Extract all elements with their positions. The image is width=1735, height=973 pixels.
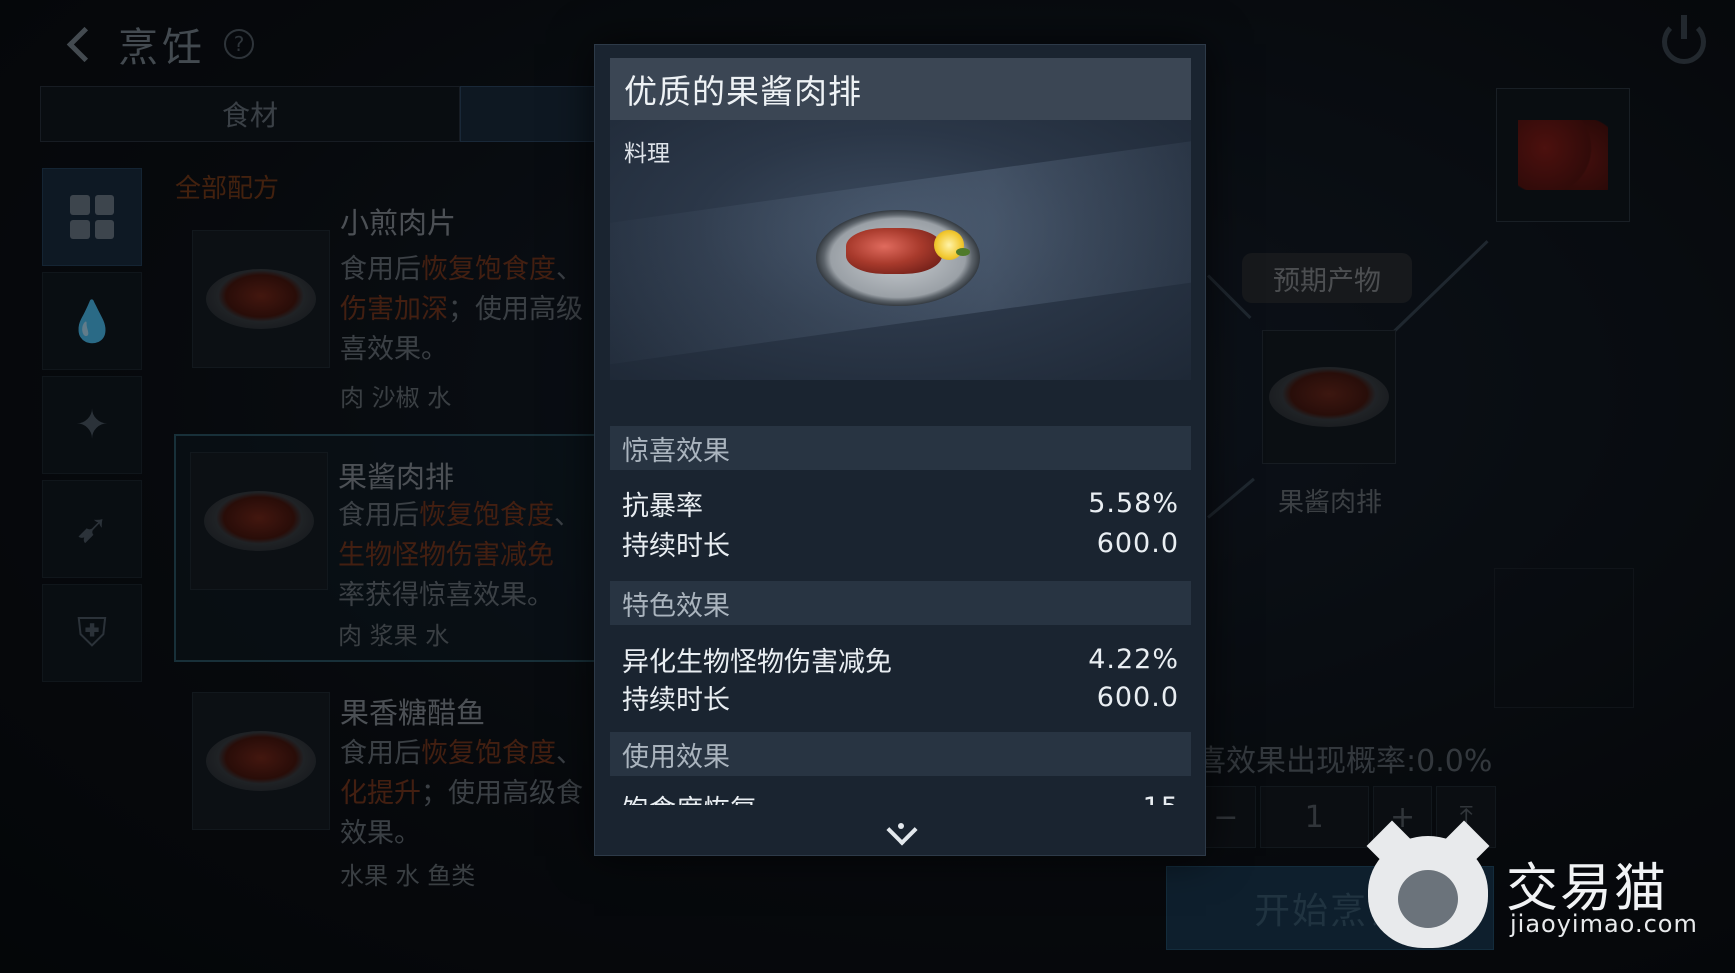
tab-ingredients[interactable]: 食材 — [40, 86, 460, 142]
stat-value: 5.58% — [1088, 487, 1179, 519]
result-name: 果酱肉排 — [1277, 488, 1382, 518]
category-creature-button[interactable]: ✦ — [42, 376, 142, 474]
scroll-down-chevron-icon[interactable] — [881, 823, 921, 847]
section-surprise-effect: 惊喜效果 — [610, 426, 1191, 470]
stat-row: 抗暴率 5.58% — [610, 483, 1191, 523]
section-use-effect: 使用效果 — [610, 732, 1191, 776]
gun-plus-icon: ➹ — [75, 506, 109, 552]
stat-row: 饱食度恢复 15 — [610, 787, 1191, 806]
stat-value: 15 — [1143, 792, 1179, 806]
item-title: 优质的果酱肉排 — [610, 58, 1191, 120]
category-weapon-button[interactable]: ➹ — [42, 480, 142, 578]
item-detail-popup: 优质的果酱肉排 料理 惊喜效果 抗暴率 5.58% 持续时长 600.0 特色效… — [594, 44, 1206, 856]
jam-steak-dish-icon — [816, 210, 980, 306]
expected-output-label: 预期产物 — [1242, 253, 1412, 303]
stat-label: 异化生物怪物伤害减免 — [622, 646, 892, 678]
shield-plus-icon: ⛨ — [77, 610, 107, 656]
stat-label: 持续时长 — [622, 530, 730, 562]
recipe-ingredients: 肉 浆果 水 — [338, 622, 450, 650]
tab-bar: 食材 — [40, 86, 600, 142]
stat-value: 4.22% — [1088, 643, 1179, 675]
grid-icon — [70, 195, 114, 239]
recipe-thumbnail — [192, 692, 330, 830]
quantity-value[interactable]: 1 — [1259, 786, 1369, 848]
surprise-chance-text: 喜效果出现概率:0.0% — [1196, 744, 1493, 779]
stat-value: 600.0 — [1096, 681, 1179, 713]
header: 烹饪 ? — [60, 14, 254, 74]
recipe-list-label: 全部配方 — [175, 174, 280, 204]
jiaoyimao-cat-logo — [1366, 820, 1490, 948]
stat-label: 饱食度恢复 — [622, 788, 757, 806]
help-icon[interactable]: ? — [224, 29, 254, 59]
stat-row: 持续时长 600.0 — [610, 523, 1191, 563]
recipe-ingredients: 肉 沙椒 水 — [340, 384, 452, 412]
recipe-name: 果酱肉排 — [338, 460, 455, 494]
category-shield-button[interactable]: ⛨ — [42, 584, 142, 682]
stat-value: 600.0 — [1096, 527, 1179, 559]
watermark-url: jiaoyimao.com — [1510, 910, 1698, 938]
scroll-clip[interactable]: 饱食度恢复 15 — [610, 783, 1191, 806]
recipe-thumbnail — [190, 452, 328, 590]
item-image: 料理 — [610, 120, 1191, 380]
recipe-thumbnail — [192, 230, 330, 368]
stat-label: 抗暴率 — [622, 490, 703, 522]
category-drop-button[interactable]: 💧 — [42, 272, 142, 370]
stat-row: 异化生物怪物伤害减免 4.22% — [610, 639, 1191, 679]
empty-slot[interactable] — [1494, 568, 1634, 708]
recipe-name: 小煎肉片 — [340, 206, 457, 240]
recipe-item[interactable]: 果香糖醋鱼 食用后恢复饱食度、 化提升；使用高级食 效果。 水果 水 鱼类 — [178, 676, 608, 896]
stat-row: 持续时长 600.0 — [610, 677, 1191, 717]
category-sidebar: 💧 ✦ ➹ ⛨ — [42, 168, 144, 688]
recipe-name: 果香糖醋鱼 — [340, 696, 486, 730]
recipe-description: 食用后恢复饱食度、 伤害加深；使用高级 喜效果。 — [340, 254, 583, 365]
dish-icon — [1269, 367, 1389, 427]
stat-label: 持续时长 — [622, 684, 730, 716]
recipe-description: 食用后恢复饱食度、 化提升；使用高级食 效果。 — [340, 738, 583, 849]
page-title: 烹饪 — [118, 25, 206, 71]
creature-plus-icon: ✦ — [75, 402, 109, 448]
section-special-effect: 特色效果 — [610, 581, 1191, 625]
power-icon[interactable] — [1662, 15, 1706, 64]
recipe-item-selected[interactable]: 果酱肉排 食用后恢复饱食度、 生物怪物伤害减免 率获得惊喜效果。 肉 浆果 水 — [174, 434, 608, 662]
drop-plus-icon: 💧 — [67, 298, 117, 345]
tab-recipes[interactable] — [460, 86, 600, 142]
back-arrow-icon[interactable] — [60, 24, 100, 64]
recipe-item[interactable]: 小煎肉片 食用后恢复饱食度、 伤害加深；使用高级 喜效果。 肉 沙椒 水 — [178, 206, 608, 434]
item-category: 料理 — [624, 141, 670, 167]
result-slot[interactable] — [1262, 330, 1396, 464]
ingredient-slot[interactable] — [1496, 88, 1630, 222]
berries-icon — [1518, 120, 1608, 190]
recipe-ingredients: 水果 水 鱼类 — [340, 862, 476, 890]
category-all-button[interactable] — [42, 168, 142, 266]
recipe-description: 食用后恢复饱食度、 生物怪物伤害减免 率获得惊喜效果。 — [338, 500, 581, 611]
